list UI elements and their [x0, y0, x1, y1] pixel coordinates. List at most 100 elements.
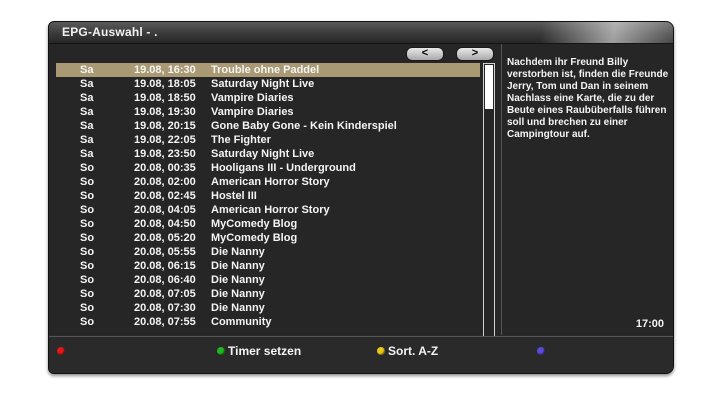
red-key-icon [57, 347, 65, 355]
program-day: Sa [80, 64, 94, 76]
yellow-key-icon [377, 347, 385, 355]
program-title: Gone Baby Gone - Kein Kinderspiel [211, 120, 397, 132]
program-title: Die Nanny [211, 288, 265, 300]
window-title: EPG-Auswahl - . [62, 25, 158, 39]
program-title: Die Nanny [211, 260, 265, 272]
program-day: So [80, 246, 95, 258]
epg-window: EPG-Auswahl - . < > Sa 19.08, 16:30 Troubl… [48, 21, 674, 374]
program-row[interactable]: So 20.08, 06:40 Die Nanny [56, 273, 480, 287]
program-row[interactable]: Sa 19.08, 19:30 Vampire Diaries [56, 105, 480, 119]
program-day: So [80, 260, 95, 272]
program-row[interactable]: Sa 19.08, 16:30 Trouble ohne Paddel [56, 63, 480, 77]
description-panel: Nachdem ihr Freund Billy verstorben ist,… [502, 44, 673, 335]
program-day: So [80, 218, 95, 230]
program-row[interactable]: So 20.08, 00:35 Hooligans III - Undergroun… [56, 161, 480, 175]
program-title: Hooligans III - Underground [211, 162, 356, 174]
program-day: So [80, 316, 95, 328]
blue-key-icon [537, 347, 545, 355]
program-day: So [80, 274, 95, 286]
yellow-key-label: Sort. A-Z [388, 344, 439, 358]
program-datetime: 20.08, 05:20 [134, 232, 196, 244]
program-datetime: 20.08, 00:35 [134, 162, 196, 174]
program-row[interactable]: So 20.08, 02:45 Hostel III [56, 189, 480, 203]
program-row[interactable]: Sa 19.08, 22:05 The Fighter [56, 133, 480, 147]
program-row[interactable]: So 20.08, 04:05 American Horror Story [56, 203, 480, 217]
program-description: Nachdem ihr Freund Billy verstorben ist,… [507, 57, 669, 140]
program-datetime: 20.08, 07:55 [134, 316, 196, 328]
program-row[interactable]: So 20.08, 07:05 Die Nanny [56, 287, 480, 301]
program-day: So [80, 232, 95, 244]
program-day: So [80, 288, 95, 300]
program-day: So [80, 190, 95, 202]
program-datetime: 19.08, 22:05 [134, 134, 196, 146]
program-datetime: 20.08, 02:00 [134, 176, 196, 188]
program-row[interactable]: Sa 19.08, 20:15 Gone Baby Gone - Kein Kind… [56, 119, 480, 133]
program-day: So [80, 204, 95, 216]
program-day: Sa [80, 120, 94, 132]
blue-key[interactable] [537, 344, 548, 358]
program-datetime: 20.08, 06:40 [134, 274, 196, 286]
title-gloss [433, 22, 673, 43]
program-title: Die Nanny [211, 274, 265, 286]
program-day: Sa [80, 92, 94, 104]
prev-page-button[interactable]: < [406, 47, 444, 61]
green-key-icon [217, 347, 225, 355]
program-title: Vampire Diaries [211, 106, 294, 118]
program-day: So [80, 176, 95, 188]
program-list: Sa 19.08, 16:30 Trouble ohne Paddel Sa 19.08… [56, 63, 480, 329]
program-day: Sa [80, 134, 94, 146]
program-row[interactable]: So 20.08, 06:15 Die Nanny [56, 259, 480, 273]
program-row[interactable]: Sa 19.08, 18:05 Saturday Night Live [56, 77, 480, 91]
program-row[interactable]: So 20.08, 05:55 Die Nanny [56, 245, 480, 259]
clock: 17:00 [635, 318, 664, 330]
program-datetime: 20.08, 04:50 [134, 218, 196, 230]
red-key[interactable] [57, 344, 68, 358]
program-row[interactable]: So 20.08, 02:00 American Horror Story [56, 175, 480, 189]
program-datetime: 19.08, 23:50 [134, 148, 196, 160]
program-title: MyComedy Blog [211, 218, 298, 230]
sort-a-z-key[interactable]: Sort. A-Z [377, 344, 438, 358]
program-title: American Horror Story [211, 204, 330, 216]
program-datetime: 20.08, 07:30 [134, 302, 196, 314]
program-datetime: 20.08, 05:55 [134, 246, 196, 258]
program-day: Sa [80, 106, 94, 118]
program-title: MyComedy Blog [211, 232, 298, 244]
program-datetime: 19.08, 16:30 [134, 64, 196, 76]
program-day: Sa [80, 148, 94, 160]
program-title: The Fighter [211, 134, 271, 146]
program-day: So [80, 302, 95, 314]
program-title: American Horror Story [211, 176, 330, 188]
program-title: Trouble ohne Paddel [211, 64, 320, 76]
timer-setzen-key[interactable]: Timer setzen [217, 344, 301, 358]
program-row[interactable]: So 20.08, 05:20 MyComedy Blog [56, 231, 480, 245]
program-title: Saturday Night Live [211, 78, 315, 90]
program-row[interactable]: So 20.08, 04:50 MyComedy Blog [56, 217, 480, 231]
program-title: Community [211, 316, 272, 328]
program-datetime: 20.08, 07:05 [134, 288, 196, 300]
green-key-label: Timer setzen [228, 344, 302, 358]
program-datetime: 20.08, 04:05 [134, 204, 196, 216]
program-list-panel: < > Sa 19.08, 16:30 Trouble ohne Paddel Sa 1… [49, 44, 501, 351]
program-datetime: 19.08, 20:15 [134, 120, 196, 132]
program-title: Hostel III [211, 190, 257, 202]
program-title: Die Nanny [211, 246, 265, 258]
program-day: Sa [80, 78, 94, 90]
title-bar: EPG-Auswahl - . [49, 22, 673, 44]
program-title: Saturday Night Live [211, 148, 315, 160]
program-row[interactable]: So 20.08, 07:55 Community [56, 315, 480, 329]
program-title: Die Nanny [211, 302, 265, 314]
program-datetime: 19.08, 18:50 [134, 92, 196, 104]
scrollbar-thumb[interactable] [485, 65, 493, 109]
program-row[interactable]: Sa 19.08, 23:50 Saturday Night Live [56, 147, 480, 161]
program-day: So [80, 162, 95, 174]
program-datetime: 20.08, 06:15 [134, 260, 196, 272]
program-datetime: 19.08, 18:05 [134, 78, 196, 90]
scrollbar[interactable] [483, 63, 495, 351]
program-title: Vampire Diaries [211, 92, 294, 104]
program-datetime: 19.08, 19:30 [134, 106, 196, 118]
program-row[interactable]: Sa 19.08, 18:50 Vampire Diaries [56, 91, 480, 105]
next-page-button[interactable]: > [456, 47, 494, 61]
program-datetime: 20.08, 02:45 [134, 190, 196, 202]
program-row[interactable]: So 20.08, 07:30 Die Nanny [56, 301, 480, 315]
color-key-bar: Timer setzen Sort. A-Z [49, 336, 673, 373]
